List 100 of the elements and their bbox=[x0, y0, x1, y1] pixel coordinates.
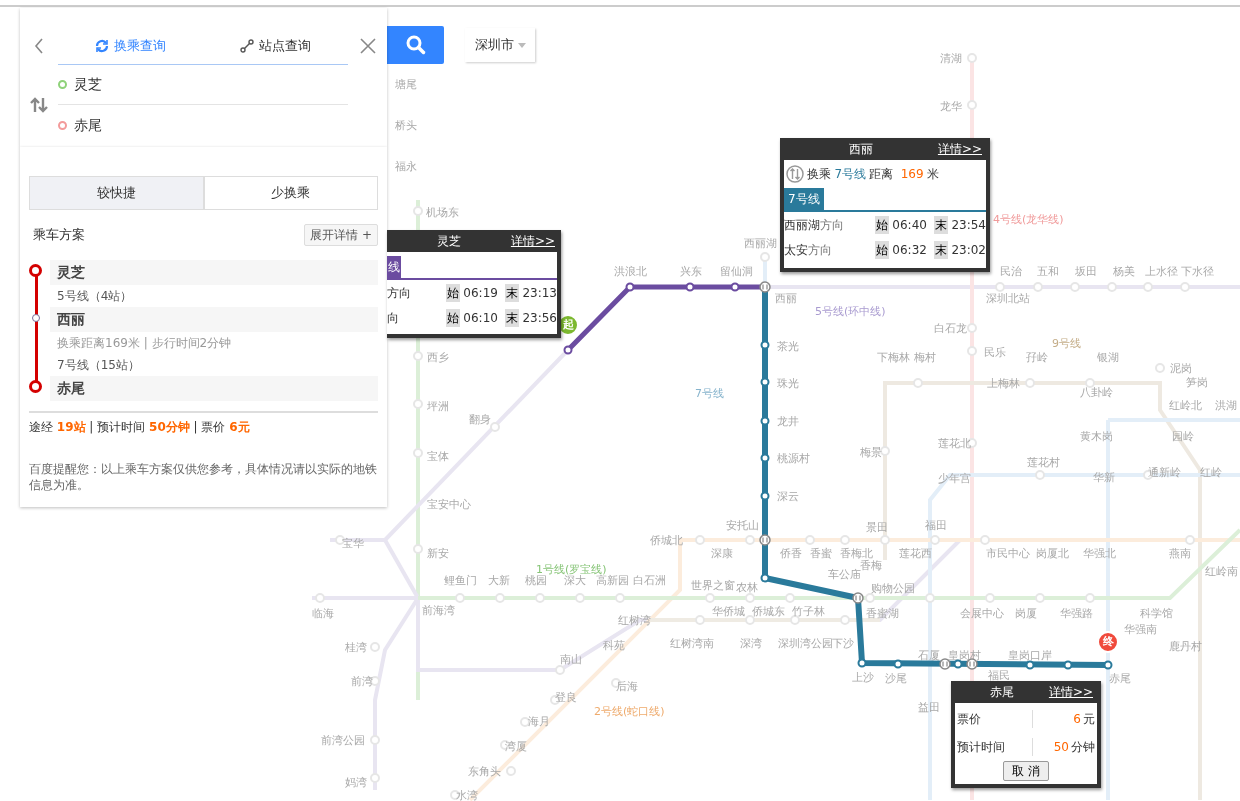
line-tag: 线 bbox=[387, 256, 401, 278]
start-field[interactable]: 灵芝 bbox=[73, 74, 344, 95]
station-dot bbox=[1070, 282, 1080, 292]
station-label: 黄木岗 bbox=[1080, 430, 1113, 443]
station-dot bbox=[370, 642, 380, 652]
station-label: 香梅北 bbox=[840, 547, 873, 560]
station-dot bbox=[555, 665, 565, 675]
step-line-info: 7号线（15站） bbox=[56, 357, 141, 374]
station-label: 临海 bbox=[312, 607, 334, 620]
last-train-label: 末 bbox=[934, 241, 949, 259]
station-label: 民治 bbox=[1000, 265, 1022, 278]
direction-text: 方向 bbox=[820, 217, 844, 234]
station-label: 福民 bbox=[988, 669, 1010, 682]
station-label: 红树湾 bbox=[618, 614, 651, 627]
station-dot bbox=[880, 535, 890, 545]
station-dot bbox=[1063, 660, 1073, 670]
station-label: 景田 bbox=[866, 521, 888, 534]
first-train-label: 始 bbox=[875, 241, 890, 259]
details-link[interactable]: 详情>> bbox=[510, 232, 555, 250]
station-dot bbox=[840, 615, 850, 625]
station-dot bbox=[953, 659, 963, 669]
station-dot bbox=[760, 491, 770, 501]
station-label: 岗厦 bbox=[1015, 607, 1037, 620]
station-label: 宝体 bbox=[427, 450, 449, 463]
route-icon bbox=[240, 39, 254, 53]
query-tab[interactable]: 换乘查询 bbox=[58, 28, 203, 64]
transfer-station-icon bbox=[759, 534, 771, 546]
station-label: 下梅林 bbox=[877, 351, 910, 364]
station-dot bbox=[840, 535, 850, 545]
station-label: 桂湾 bbox=[345, 641, 367, 654]
direction-text: 向 bbox=[387, 310, 399, 327]
station-dot bbox=[1085, 593, 1095, 603]
details-link[interactable]: 详情>> bbox=[1048, 683, 1093, 701]
first-train-time: 06:32 bbox=[892, 242, 927, 259]
station-label: 妈湾 bbox=[345, 776, 367, 789]
station-dot bbox=[1033, 282, 1043, 292]
station-dot bbox=[455, 593, 465, 603]
station-label: 南山 bbox=[560, 653, 582, 666]
station-label: 深圳北站 bbox=[986, 292, 1030, 305]
station-dot bbox=[1107, 282, 1117, 292]
station-dot bbox=[575, 593, 585, 603]
close-icon[interactable] bbox=[360, 38, 376, 54]
station-label: 车公庙 bbox=[828, 568, 861, 581]
station-dot bbox=[1143, 282, 1153, 292]
station-dot bbox=[790, 615, 800, 625]
station-label: 侨香 bbox=[780, 547, 802, 560]
query-tab[interactable]: 站点查询 bbox=[203, 28, 348, 64]
station-label: 上沙 bbox=[852, 671, 874, 684]
station-label: 燕南 bbox=[1169, 547, 1191, 560]
station-dot bbox=[930, 535, 940, 545]
station-dot bbox=[413, 544, 423, 554]
city-dropdown[interactable]: 深圳市 bbox=[465, 28, 535, 62]
expand-details-button[interactable]: 展开详情 + bbox=[304, 224, 378, 246]
station-label: 珠光 bbox=[777, 377, 799, 390]
station-dot bbox=[967, 53, 977, 63]
station-label: 下沙 bbox=[832, 637, 854, 650]
station-label: 杨美 bbox=[1113, 265, 1135, 278]
station-label: 东角头 bbox=[468, 765, 501, 778]
station-label: 后海 bbox=[616, 680, 638, 693]
popup-station-name: 赤尾 bbox=[988, 684, 1015, 701]
station-label: 银湖 bbox=[1097, 351, 1119, 364]
station-dot bbox=[1085, 378, 1095, 388]
station-label: 园岭 bbox=[1172, 430, 1194, 443]
station-dot bbox=[625, 282, 635, 292]
station-label: 鲤鱼门 bbox=[444, 574, 477, 587]
station-dot bbox=[1025, 378, 1035, 388]
last-train-label: 末 bbox=[505, 284, 520, 302]
station-label: 海月 bbox=[528, 715, 550, 728]
station-label: 宝华 bbox=[342, 537, 364, 550]
direction-text: 方向 bbox=[387, 285, 411, 302]
station-label: 洪浪北 bbox=[614, 265, 647, 278]
station-label: 大新 bbox=[488, 574, 510, 587]
station-label: 留仙洞 bbox=[720, 265, 753, 278]
cancel-button[interactable]: 取 消 bbox=[1003, 761, 1049, 781]
search-icon bbox=[405, 35, 426, 55]
plan-option-tab[interactable]: 较快捷 bbox=[29, 176, 204, 210]
station-label: 翻身 bbox=[469, 413, 491, 426]
line-label: 1号线(罗宝线) bbox=[536, 563, 607, 576]
station-dot bbox=[730, 282, 740, 292]
plan-option-tab[interactable]: 少换乘 bbox=[203, 176, 378, 210]
line-tag: 7号线 bbox=[784, 188, 824, 210]
station-dot bbox=[1155, 363, 1165, 373]
line-label: 5号线(环中线) bbox=[815, 305, 886, 318]
station-label: 前湾公园 bbox=[321, 734, 365, 747]
station-label: 前海湾 bbox=[422, 604, 455, 617]
search-button[interactable] bbox=[387, 26, 444, 64]
back-icon[interactable] bbox=[34, 38, 44, 54]
station-dot bbox=[760, 377, 770, 387]
station-label: 白石龙 bbox=[934, 322, 967, 335]
fare-unit: 分钟 bbox=[1071, 740, 1095, 754]
details-link[interactable]: 详情>> bbox=[937, 140, 982, 158]
station-dot bbox=[995, 282, 1005, 292]
station-label: 茶光 bbox=[777, 340, 799, 353]
station-label: 桃源村 bbox=[777, 452, 810, 465]
plan-title: 乘车方案 bbox=[33, 226, 85, 245]
station-label: 莲花村 bbox=[1027, 456, 1060, 469]
last-train-time: 23:13 bbox=[522, 285, 557, 302]
swap-icon[interactable] bbox=[30, 97, 48, 113]
caret-icon bbox=[517, 42, 526, 48]
end-field[interactable]: 赤尾 bbox=[73, 114, 344, 136]
